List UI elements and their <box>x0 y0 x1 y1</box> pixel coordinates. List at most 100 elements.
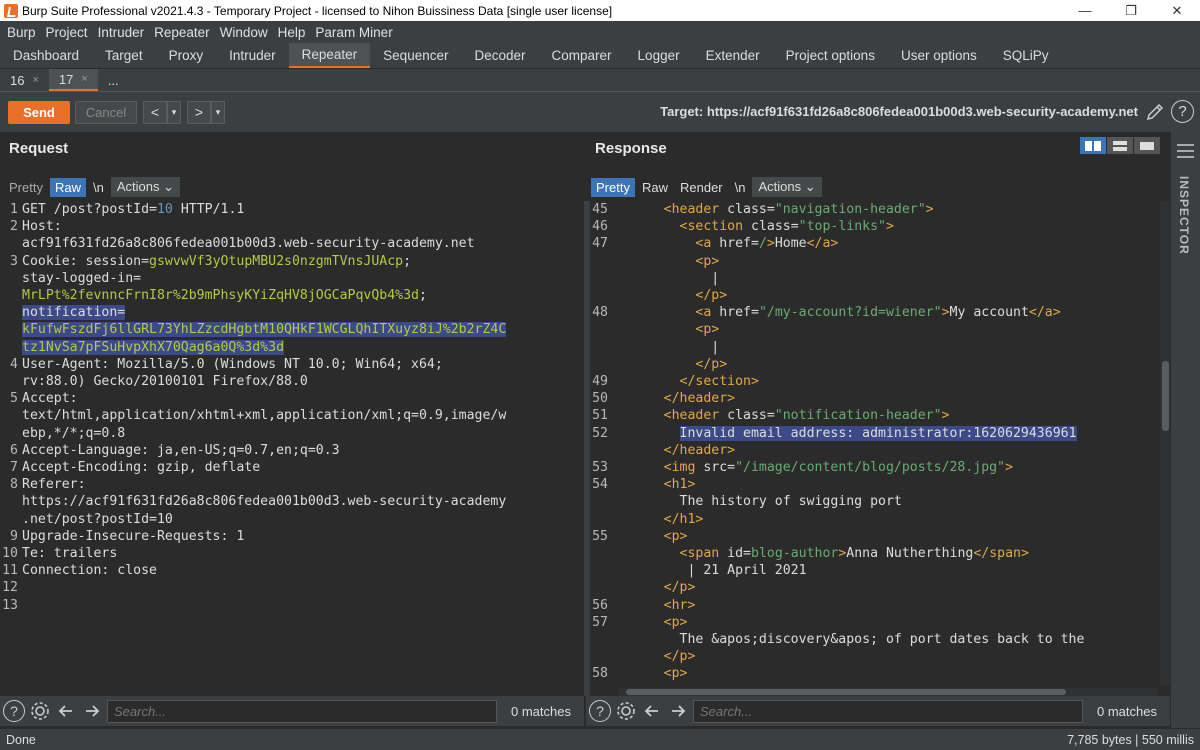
code-line: 50 </header> <box>592 391 736 407</box>
request-actions-menu[interactable]: Actions ⌄ <box>110 177 180 197</box>
code-line: 12 <box>2 580 18 596</box>
tab-extender[interactable]: Extender <box>693 43 773 68</box>
response-horizontal-scrollbar[interactable] <box>618 688 1158 696</box>
response-render-tab[interactable]: Render <box>675 178 728 197</box>
code-line: .net/post?postId=10 <box>22 511 173 527</box>
request-format-bar: Pretty Raw \n Actions ⌄ <box>4 176 180 198</box>
menu-burp[interactable]: Burp <box>2 25 41 40</box>
cancel-button[interactable]: Cancel <box>75 100 137 124</box>
menu-window[interactable]: Window <box>215 25 273 40</box>
subtab-16[interactable]: 16 × <box>0 69 49 91</box>
back-dropdown-icon[interactable]: ▾ <box>167 100 181 124</box>
response-editor[interactable]: 45 <header class="navigation-header"> 46… <box>590 201 1160 686</box>
code-line: <span id=blog-author>Anna Nutherthing</s… <box>679 546 1029 562</box>
tab-intruder[interactable]: Intruder <box>216 43 289 68</box>
code-line: 47 <a href=/>Home</a> <box>592 236 839 252</box>
window-title: Burp Suite Professional v2021.4.3 - Temp… <box>22 3 613 18</box>
response-vertical-scrollbar[interactable] <box>1160 201 1170 686</box>
close-icon[interactable]: ✕ <box>1154 0 1200 21</box>
request-pretty-tab[interactable]: Pretty <box>4 178 48 197</box>
response-pretty-tab[interactable]: Pretty <box>591 177 635 197</box>
code-line: The history of swigging port <box>616 494 902 510</box>
menu-intruder[interactable]: Intruder <box>93 25 150 40</box>
tab-target[interactable]: Target <box>92 43 156 68</box>
code-line: <p> <box>695 322 720 338</box>
subtab-label: 17 <box>58 71 74 87</box>
tab-sequencer[interactable]: Sequencer <box>370 43 461 68</box>
tab-logger[interactable]: Logger <box>625 43 693 68</box>
response-actions-menu[interactable]: Actions ⌄ <box>752 177 822 197</box>
request-editor[interactable]: 1 GET /post?postId=10 HTTP/1.1 2 Host: acf… <box>0 201 584 696</box>
code-line: https://acf91f631fd26a8c806fedea001b00d3… <box>22 494 507 510</box>
code-line: tz1NvSa7pFSuHvpXhX70Qag6a0Q%3d%3d <box>22 339 285 355</box>
arrow-left-icon[interactable] <box>641 700 663 722</box>
subtab-new[interactable]: ... <box>98 69 129 91</box>
menu-repeater[interactable]: Repeater <box>149 25 215 40</box>
menu-param-miner[interactable]: Param Miner <box>310 25 397 40</box>
menu-help[interactable]: Help <box>273 25 311 40</box>
send-button[interactable]: Send <box>8 100 70 124</box>
subtab-label: ... <box>107 72 119 88</box>
tab-sqlipy[interactable]: SQLiPy <box>990 43 1062 68</box>
help-icon[interactable]: ? <box>589 700 611 722</box>
settings-gear-icon[interactable] <box>615 700 637 722</box>
target-display[interactable]: Target: https://acf91f631fd26a8c806fedea… <box>660 104 1138 119</box>
request-search-input[interactable] <box>107 699 497 723</box>
tab-comparer[interactable]: Comparer <box>539 43 625 68</box>
tab-decoder[interactable]: Decoder <box>461 43 538 68</box>
minimize-icon[interactable]: — <box>1062 0 1108 21</box>
settings-gear-icon[interactable] <box>29 700 51 722</box>
inspector-panel[interactable]: INSPECTOR <box>1170 132 1200 728</box>
subtab-17[interactable]: 17 × <box>48 69 98 91</box>
code-line: text/html,application/xhtml+xml,applicat… <box>22 408 507 424</box>
help-icon[interactable]: ? <box>3 700 25 722</box>
tab-proxy[interactable]: Proxy <box>156 43 217 68</box>
side-by-side-layout-icon[interactable] <box>1080 137 1106 154</box>
close-icon[interactable]: × <box>32 74 38 86</box>
response-newline-toggle[interactable]: \n <box>730 178 751 197</box>
request-raw-tab[interactable]: Raw <box>49 177 86 197</box>
forward-dropdown-icon[interactable]: ▾ <box>211 100 225 124</box>
response-raw-tab[interactable]: Raw <box>637 178 673 197</box>
code-line: stay-logged-in= <box>22 270 142 286</box>
menu-project[interactable]: Project <box>41 25 93 40</box>
status-text: Done <box>6 732 36 747</box>
tab-dashboard[interactable]: Dashboard <box>0 43 92 68</box>
inspector-label[interactable]: INSPECTOR <box>1177 176 1191 255</box>
code-line: | <box>616 339 720 355</box>
burp-logo-icon <box>4 3 18 18</box>
tab-user-options[interactable]: User options <box>888 43 990 68</box>
tabbed-layout-icon[interactable] <box>1134 137 1160 154</box>
tab-project-options[interactable]: Project options <box>773 43 888 68</box>
scrollbar-thumb[interactable] <box>1162 361 1169 431</box>
arrow-right-icon[interactable] <box>667 700 689 722</box>
arrow-right-icon[interactable] <box>81 700 103 722</box>
scrollbar-thumb[interactable] <box>626 689 1066 695</box>
code-line: | <box>616 270 720 286</box>
history-back-group: < ▾ <box>143 100 181 124</box>
tab-repeater[interactable]: Repeater <box>288 43 371 68</box>
edit-target-pencil-icon[interactable] <box>1145 102 1165 122</box>
close-icon[interactable]: × <box>81 73 87 85</box>
response-search-input[interactable] <box>693 699 1083 723</box>
code-line: notification= <box>22 305 126 321</box>
main-tabs: Dashboard Target Proxy Intruder Repeater… <box>0 43 1200 69</box>
code-line: 49 </section> <box>592 374 759 390</box>
code-line: 4 User-Agent: Mozilla/5.0 (Windows NT 10.… <box>10 356 443 372</box>
response-search-bar: ? 0 matches <box>586 696 1170 726</box>
request-match-count: 0 matches <box>511 703 571 719</box>
window-titlebar: Burp Suite Professional v2021.4.3 - Temp… <box>0 0 1200 21</box>
code-line: 56 <hr> <box>592 597 696 613</box>
code-line: 51 <header class="notification-header"> <box>592 408 950 424</box>
inspector-menu-icon[interactable] <box>1177 144 1194 162</box>
code-line: </header> <box>663 442 736 458</box>
restore-icon[interactable]: ❐ <box>1108 0 1154 21</box>
forward-button[interactable]: > <box>187 100 211 124</box>
help-icon[interactable]: ? <box>1171 100 1194 123</box>
arrow-left-icon[interactable] <box>55 700 77 722</box>
stacked-layout-icon[interactable] <box>1107 137 1133 154</box>
code-line: MrLPt%2fevnncFrnI8r%2b9mPhsyKYiZqHV8jOGC… <box>22 288 427 304</box>
request-newline-toggle[interactable]: \n <box>88 178 109 197</box>
history-forward-group: > ▾ <box>187 100 225 124</box>
back-button[interactable]: < <box>143 100 167 124</box>
